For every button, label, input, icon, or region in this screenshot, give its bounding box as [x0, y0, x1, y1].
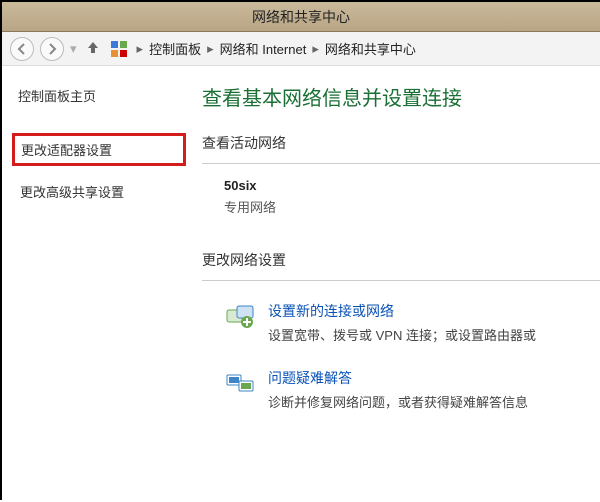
- settings-item-troubleshoot: 问题疑难解答 诊断并修复网络问题，或者获得疑难解答信息: [202, 362, 600, 429]
- arrow-left-icon: [16, 43, 28, 55]
- nav-toolbar: ▾ ▸ 控制面板 ▸ 网络和 Internet ▸ 网络和共享中心: [2, 32, 600, 66]
- network-type: 专用网络: [224, 197, 600, 216]
- breadcrumb-item-1[interactable]: 网络和 Internet: [220, 39, 307, 58]
- settings-list: 设置新的连接或网络 设置宽带、拨号或 VPN 连接；或设置路由器或 问题疑难解答…: [202, 295, 600, 429]
- nav-separator: ▾: [70, 41, 77, 57]
- breadcrumb-item-0[interactable]: 控制面板: [149, 39, 201, 58]
- chevron-right-icon: ▸: [205, 41, 216, 57]
- window-title: 网络和共享中心: [252, 7, 350, 27]
- arrow-right-icon: [46, 43, 58, 55]
- settings-item-new-connection-link[interactable]: 设置新的连接或网络: [268, 303, 394, 319]
- change-settings-head: 更改网络设置: [202, 250, 600, 270]
- sidebar-adapter-label: 更改适配器设置: [21, 143, 112, 158]
- chevron-right-icon: ▸: [135, 41, 146, 57]
- main-panel: 查看基本网络信息并设置连接 查看活动网络 50six 专用网络 更改网络设置 设…: [202, 66, 600, 502]
- sidebar: 控制面板主页 更改适配器设置 更改高级共享设置: [2, 66, 202, 502]
- chevron-right-icon: ▸: [310, 41, 321, 57]
- sidebar-home-link[interactable]: 控制面板主页: [18, 86, 186, 105]
- settings-item-troubleshoot-desc: 诊断并修复网络问题，或者获得疑难解答信息: [268, 392, 600, 411]
- active-networks-head: 查看活动网络: [202, 133, 600, 153]
- up-button[interactable]: [83, 40, 103, 57]
- window-titlebar: 网络和共享中心: [2, 2, 600, 32]
- setup-connection-icon: [224, 301, 256, 333]
- settings-item-new-connection-desc: 设置宽带、拨号或 VPN 连接；或设置路由器或: [268, 325, 600, 344]
- sidebar-adapter-link[interactable]: 更改适配器设置: [12, 133, 186, 166]
- arrow-up-icon: [86, 40, 100, 54]
- troubleshoot-icon: [224, 368, 256, 400]
- divider: [202, 280, 600, 281]
- network-name: 50six: [224, 178, 600, 193]
- settings-item-troubleshoot-link[interactable]: 问题疑难解答: [268, 370, 352, 386]
- settings-item-new-connection: 设置新的连接或网络 设置宽带、拨号或 VPN 连接；或设置路由器或: [202, 295, 600, 362]
- back-button[interactable]: [10, 37, 34, 61]
- active-network-block: 50six 专用网络: [202, 178, 600, 216]
- breadcrumb-item-2[interactable]: 网络和共享中心: [325, 39, 416, 58]
- divider: [202, 163, 600, 164]
- sidebar-advanced-link[interactable]: 更改高级共享设置: [18, 178, 186, 205]
- breadcrumb: ▸ 控制面板 ▸ 网络和 Internet ▸ 网络和共享中心: [135, 39, 416, 58]
- control-panel-icon: [109, 39, 129, 59]
- page-title: 查看基本网络信息并设置连接: [202, 82, 600, 111]
- forward-button[interactable]: [40, 37, 64, 61]
